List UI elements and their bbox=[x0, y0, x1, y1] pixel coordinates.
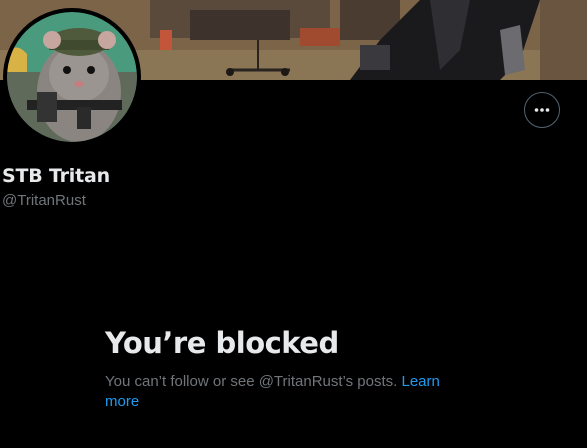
avatar[interactable] bbox=[3, 8, 141, 146]
display-name: STB Tritan bbox=[2, 165, 110, 187]
more-horizontal-icon bbox=[534, 108, 550, 112]
blocked-message: You can’t follow or see @TritanRust’s po… bbox=[105, 372, 455, 412]
more-button[interactable] bbox=[524, 92, 560, 128]
user-handle: @TritanRust bbox=[2, 192, 86, 209]
blocked-title: You’re blocked bbox=[105, 326, 339, 360]
blocked-message-text: You can’t follow or see @TritanRust’s po… bbox=[105, 373, 398, 390]
